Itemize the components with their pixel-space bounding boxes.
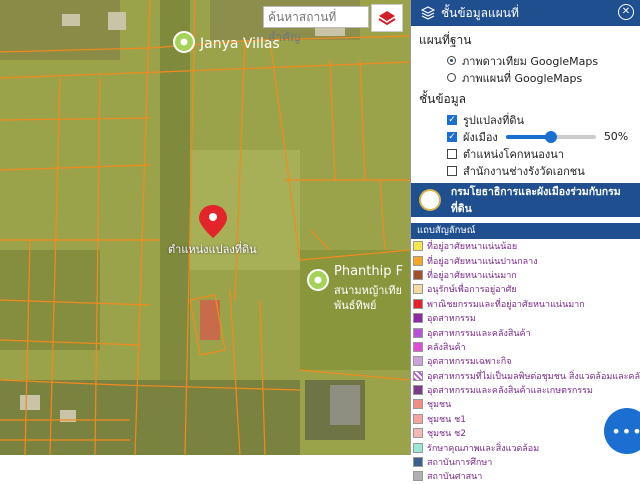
legend-item: ชุมชน (411, 397, 640, 411)
opacity-value: 50% (603, 130, 629, 143)
layer-panel: ชั้นข้อมูลแผนที่ ✕ แผนที่ฐาน ภาพดาวเทียม… (410, 0, 640, 482)
legend-label: คลังสินค้า (427, 342, 466, 353)
legend-label: ที่อยู่อาศัยหนาแน่นปานกลาง (427, 256, 538, 267)
legend-item: อุตสาหกรรมและคลังสินค้าและเกษตรกรรม (411, 383, 640, 397)
poi-marker-janya-villas[interactable] (173, 31, 195, 53)
legend-item: ที่อยู่อาศัยหนาแน่นปานกลาง (411, 253, 640, 267)
legend-swatch (413, 356, 423, 367)
legend-item: อุตสาหกรรมที่ไม่เป็นมลพิษต่อชุมชน สิ่งแว… (411, 369, 640, 383)
pin-label: ตำแหน่งแปลงที่ดิน (168, 243, 257, 256)
layer-label: สำนักงานช่างรังวัดเอกชน (463, 164, 585, 178)
legend-list: ที่อยู่อาศัยหนาแน่นน้อยที่อยู่อาศัยหนาแน… (411, 239, 640, 484)
legend-swatch (413, 471, 423, 482)
legend-label: อุตสาหกรรมและคลังสินค้า (427, 328, 531, 339)
legend-swatch (413, 341, 423, 352)
opacity-slider[interactable] (505, 130, 596, 143)
legend-label: สถาบันการศึกษา (427, 458, 493, 469)
legend-item: คลังสินค้า (411, 340, 640, 354)
legend-item: สถาบันศาสนา (411, 469, 640, 483)
checkbox-checked[interactable]: ✓ (447, 131, 457, 142)
basemap-label: ภาพดาวเทียม GoogleMaps (462, 54, 599, 68)
legend-swatch (413, 313, 423, 324)
building (108, 12, 126, 30)
basemap-label: ภาพแผนที่ GoogleMaps (462, 71, 583, 85)
layer-label: รูปแปลงที่ดิน (463, 113, 524, 127)
checkbox-unchecked[interactable] (447, 165, 457, 176)
legend-label: ชุมชน (427, 400, 452, 411)
legend-item: อุตสาหกรรมและคลังสินค้า (411, 325, 640, 339)
legend-swatch (413, 399, 423, 410)
legend-swatch (413, 413, 423, 424)
place-label-phanthip: Phanthip F (334, 264, 404, 279)
opacity-slider-handle[interactable] (544, 130, 557, 143)
legend-swatch (413, 255, 423, 266)
legend-label: อนุรักษ์เพื่อการอยู่อาศัย (427, 285, 517, 296)
legend-item: ที่อยู่อาศัยหนาแน่นมาก (411, 268, 640, 282)
radio-selected[interactable] (447, 56, 456, 65)
legend-swatch (413, 269, 423, 280)
legend-swatch (413, 241, 423, 252)
checkbox-checked[interactable]: ✓ (447, 114, 457, 125)
legend-item: อุตสาหกรรม (411, 311, 640, 325)
poi-marker-phanthip[interactable] (307, 269, 329, 291)
legend-label: พาณิชยกรรมและที่อยู่อาศัยหนาแน่นมาก (427, 299, 585, 310)
layer-option-khok-nong-na[interactable]: ตำแหน่งโคกหนองนา (411, 145, 640, 162)
legend-item: รักษาคุณภาพและสิ่งแวดล้อม (411, 440, 640, 454)
legend-label: รักษาคุณภาพและสิ่งแวดล้อม (427, 443, 540, 454)
radio-unselected[interactable] (447, 73, 456, 82)
basemap-option-satellite[interactable]: ภาพดาวเทียม GoogleMaps (411, 52, 640, 69)
legend-swatch (413, 370, 423, 381)
layer-option-surveyor-offices[interactable]: สำนักงานช่างรังวัดเอกชน (411, 162, 640, 179)
legend-swatch (413, 327, 423, 338)
layers-heading: ชั้นข้อมูล (419, 92, 467, 106)
legend-swatch (413, 457, 423, 468)
basemap-option-map[interactable]: ภาพแผนที่ GoogleMaps (411, 69, 640, 86)
layer-label: ผังเมือง (463, 130, 498, 144)
legend-title: แถบสัญลักษณ์ (411, 223, 640, 239)
layer-label: ตำแหน่งโคกหนองนา (463, 147, 564, 161)
legend-item: ที่อยู่อาศัยหนาแน่นน้อย (411, 239, 640, 253)
basemap-heading: แผนที่ฐาน (419, 33, 472, 47)
legend-label: สถาบันศาสนา (427, 472, 483, 483)
layer-option-parcels[interactable]: ✓ รูปแปลงที่ดิน (411, 111, 640, 128)
building (20, 395, 40, 410)
legend-swatch (413, 284, 423, 295)
checkbox-unchecked[interactable] (447, 148, 457, 159)
legend-item: สถาบันการศึกษา (411, 455, 640, 469)
legend-item: พาณิชยกรรมและที่อยู่อาศัยหนาแน่นมาก (411, 297, 640, 311)
legend-label: ชุมชน ช1 (427, 414, 466, 425)
legend-swatch (413, 442, 423, 453)
department-logo (419, 189, 441, 211)
stack-icon (421, 6, 435, 20)
legend-swatch (413, 298, 423, 309)
legend-label: ที่อยู่อาศัยหนาแน่นมาก (427, 270, 517, 281)
department-banner: กรมโยธาธิการและผังเมืองร่วมกับกรมที่ดิน (411, 183, 640, 217)
banner-text: กรมโยธาธิการและผังเมืองร่วมกับกรมที่ดิน (450, 186, 621, 215)
search-input[interactable]: ค้นหาสถานที่สำคัญ (263, 6, 369, 44)
place-sublabel-2: พันธ์ทิพย์ (334, 299, 377, 312)
legend-label: อุตสาหกรรมเฉพาะกิจ (427, 357, 512, 368)
legend-item: อุตสาหกรรมเฉพาะกิจ (411, 354, 640, 368)
close-icon[interactable]: ✕ (618, 4, 634, 20)
panel-header: ชั้นข้อมูลแผนที่ ✕ (411, 0, 640, 26)
building (62, 14, 80, 26)
legend-swatch (413, 428, 423, 439)
legend-swatch (413, 385, 423, 396)
building (330, 385, 360, 425)
layers-icon (378, 11, 396, 26)
legend-label: ที่อยู่อาศัยหนาแน่นน้อย (427, 242, 518, 253)
legend-label: อุตสาหกรรมที่ไม่เป็นมลพิษต่อชุมชน สิ่งแว… (427, 371, 640, 382)
panel-title: ชั้นข้อมูลแผนที่ (441, 5, 519, 20)
legend-label: อุตสาหกรรมและคลังสินค้าและเกษตรกรรม (427, 386, 593, 397)
legend-label: ชุมชน ช2 (427, 429, 466, 440)
legend-label: อุตสาหกรรม (427, 314, 476, 325)
layer-option-zoning[interactable]: ✓ ผังเมือง 50% (411, 128, 640, 145)
layers-toggle-button[interactable] (371, 4, 403, 32)
legend-item: อนุรักษ์เพื่อการอยู่อาศัย (411, 282, 640, 296)
